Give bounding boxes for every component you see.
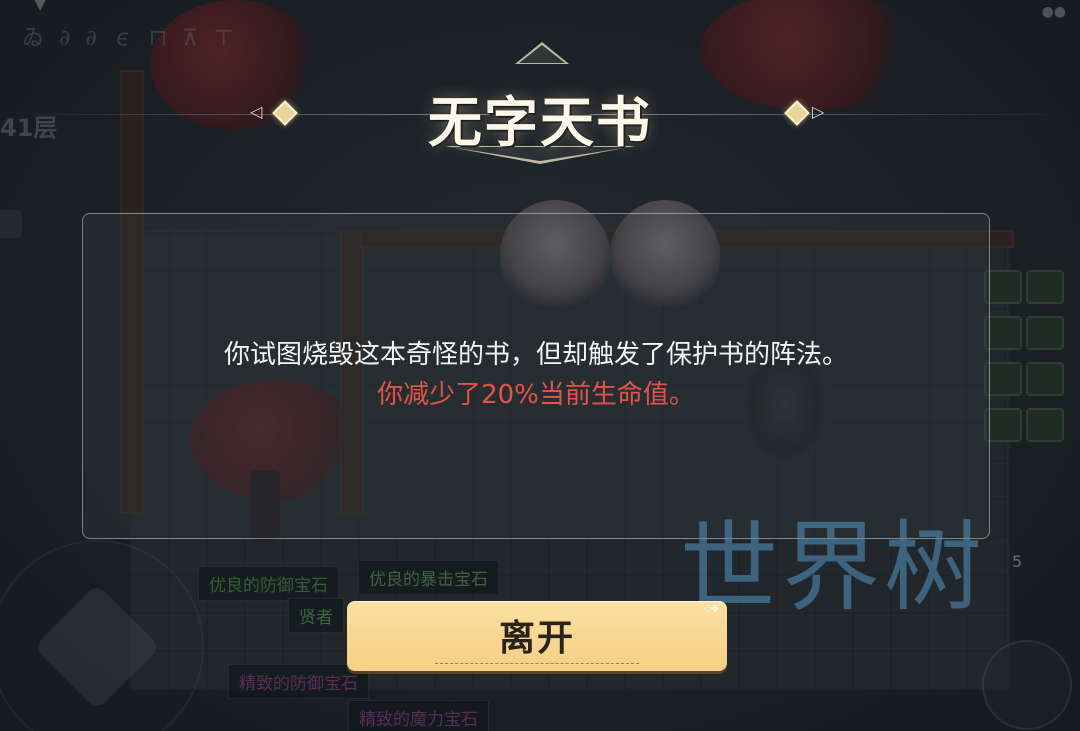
dialog-message: 你试图烧毁这本奇怪的书，但却触发了保护书的阵法。 — [223, 340, 848, 370]
diamond-ornament-icon — [272, 100, 298, 126]
triangle-ornament-icon — [515, 42, 569, 64]
dialog-header: ◁ ▷ 无字天书 — [10, 40, 1070, 170]
button-underline — [435, 663, 639, 664]
diamond-ornament-icon — [784, 100, 810, 126]
dialog-effect: 你减少了20%当前生命值。 — [377, 380, 695, 410]
leave-button[interactable]: 离开 ◇◆ — [347, 601, 727, 671]
dialog-title: 无字天书 — [428, 90, 652, 154]
chevron-right-icon: ▷ — [812, 102, 825, 121]
sparkle-icon: ◇◆ — [703, 603, 719, 614]
leave-button-label: 离开 — [498, 618, 575, 659]
chevron-left-icon: ◁ — [250, 102, 263, 121]
